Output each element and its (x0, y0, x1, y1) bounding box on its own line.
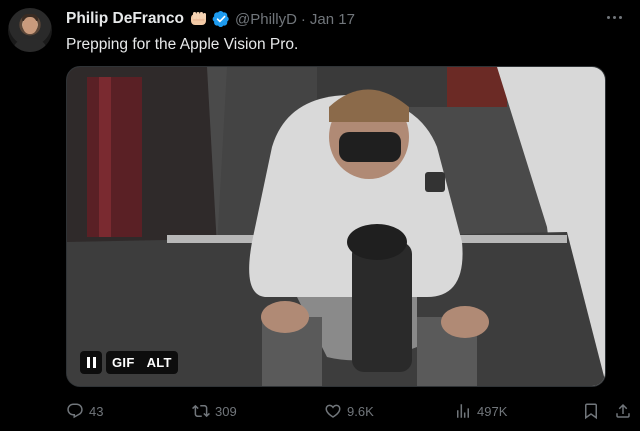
more-icon[interactable] (600, 5, 628, 29)
tweet-text: Prepping for the Apple Vision Pro. (66, 36, 299, 53)
fist-emoji-icon (190, 11, 208, 27)
repost-count: 309 (215, 403, 237, 419)
tweet-date[interactable]: Jan 17 (310, 11, 355, 28)
repost-icon (192, 404, 210, 418)
bookmark-icon (585, 403, 597, 420)
pause-button[interactable] (80, 351, 102, 374)
reply-count: 43 (89, 403, 104, 419)
author-handle[interactable]: @PhillyD (235, 11, 297, 28)
gif-alt-badge: GIF ALT (106, 351, 178, 374)
alt-badge[interactable]: ALT (141, 351, 178, 374)
tweet-actions: 43 309 9.6K 497K (66, 400, 630, 422)
share-icon (616, 403, 630, 418)
views-button[interactable]: 497K (454, 400, 507, 422)
verified-badge-icon (212, 10, 230, 28)
media-controls: GIF ALT (80, 351, 178, 374)
like-icon (325, 404, 341, 418)
share-button[interactable] (614, 400, 637, 422)
repost-button[interactable]: 309 (192, 400, 237, 422)
avatar[interactable] (8, 8, 52, 52)
reply-button[interactable]: 43 (66, 400, 103, 422)
tweet-header: Philip DeFranco @PhillyD · Jan 17 (66, 9, 355, 29)
like-count: 9.6K (347, 403, 374, 419)
like-button[interactable]: 9.6K (324, 400, 374, 422)
views-count: 497K (477, 403, 508, 419)
bookmark-button[interactable] (582, 400, 605, 422)
views-icon (457, 404, 469, 418)
separator-dot: · (300, 10, 306, 28)
author-name[interactable]: Philip DeFranco (66, 10, 184, 28)
gif-media[interactable] (66, 66, 606, 387)
gif-badge: GIF (112, 355, 135, 370)
reply-icon (67, 403, 83, 419)
